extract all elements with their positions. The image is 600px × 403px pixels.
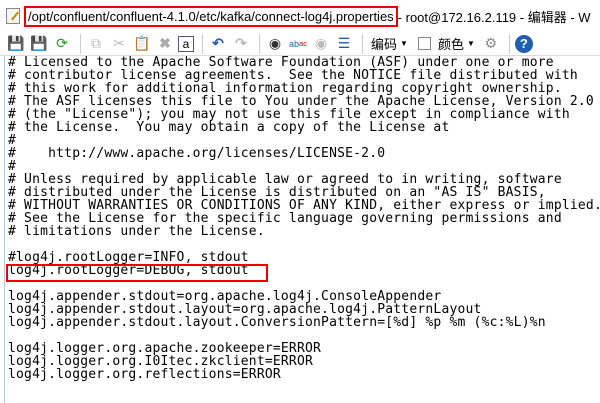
help-icon[interactable]: ? [514,34,533,53]
chevron-down-icon[interactable]: ▼ [400,39,408,48]
file-path-title: /opt/confluent/confluent-4.1.0/etc/kafka… [24,5,398,27]
window-title-rest: - root@172.16.2.119 - 编辑器 - W [397,9,591,25]
divider [80,33,81,54]
save-icon[interactable]: 💾 [6,34,26,54]
code-line[interactable]: # limitations under the License. [8,225,600,238]
title-bar: /opt/confluent/confluent-4.1.0/etc/kafka… [0,0,600,32]
text-editor[interactable]: # Licensed to the Apache Software Founda… [4,56,600,403]
divider [202,33,203,54]
find-next-icon[interactable]: ◉ [311,34,331,54]
color-checkbox[interactable] [417,37,431,50]
code-content[interactable]: # Licensed to the Apache Software Founda… [8,56,600,381]
divider [508,33,510,54]
copy-icon[interactable]: ⧉ [86,34,106,54]
color-menu[interactable]: 颜色 [438,34,464,53]
reload-icon[interactable]: ⟳ [52,34,72,54]
encoding-menu[interactable]: 编码 [371,34,397,53]
find-icon[interactable]: ◉ [265,34,285,54]
divider [259,33,260,54]
code-line[interactable]: # http://www.apache.org/licenses/LICENSE… [8,147,600,160]
code-line[interactable]: log4j.logger.org.reflections=ERROR [8,368,600,381]
gear-icon[interactable]: ⚙ [481,34,501,54]
paste-icon[interactable]: 📋 [132,34,152,54]
goto-line-icon[interactable]: ☰ [334,34,354,54]
cut-icon[interactable]: ✂ [109,34,129,54]
code-line[interactable]: # the License. You may obtain a copy of … [8,121,600,134]
chevron-down-icon[interactable]: ▼ [467,39,475,48]
replace-icon[interactable]: ab ac [288,34,308,54]
editor-app-icon [6,8,20,24]
select-all-icon[interactable]: a [178,35,194,52]
code-line[interactable]: log4j.appender.stdout.layout.ConversionP… [8,316,600,329]
divider [362,33,363,54]
save-all-icon[interactable]: 💾 [29,34,49,54]
redo-icon[interactable]: ↷ [231,34,251,54]
undo-icon[interactable]: ↶ [208,34,228,54]
highlight-box [6,264,268,282]
delete-icon[interactable]: ✖ [155,34,175,54]
toolbar: 💾 💾 ⟳ ⧉ ✂ 📋 ✖ a ↶ ↷ ◉ ab ac ◉ ☰ 编码 ▼ 颜色 ▼… [0,32,600,56]
